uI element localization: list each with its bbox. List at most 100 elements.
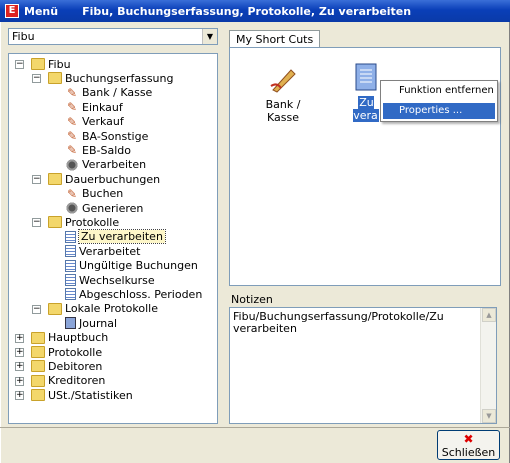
pen-icon	[267, 64, 299, 96]
tree-node-label: Kreditoren	[48, 374, 106, 388]
tree-node[interactable]: Abgeschloss. Perioden	[65, 287, 202, 301]
tree-node[interactable]: Journal	[65, 316, 117, 330]
shortcut-label: Zu vera	[353, 96, 379, 122]
tree-node-label: Bank / Kasse	[82, 86, 153, 100]
tree-node[interactable]: ✎ Buchen	[65, 187, 123, 201]
tree-node-label: Verarbeiten	[82, 158, 147, 172]
close-x-icon: ✖	[463, 432, 474, 446]
menu-item-properties[interactable]: Properties ...	[383, 103, 495, 119]
tree-node[interactable]: ✎ Einkauf	[65, 100, 123, 114]
navigation-tree: − Fibu − Buchungserfassung ✎ Bank / Kasse ✎ Ein…	[8, 53, 218, 424]
notes-text: Fibu/Buchungserfassung/Protokolle/Zu ver…	[233, 310, 444, 335]
folder-icon	[48, 216, 62, 229]
tree-node[interactable]: ✎ Verkauf	[65, 115, 124, 129]
document-icon	[65, 274, 76, 286]
document-icon	[65, 288, 76, 301]
close-button[interactable]: ✖ Schließen	[437, 430, 500, 460]
document-icon	[65, 259, 76, 272]
shortcut-tabs: My Short Cuts	[229, 30, 321, 48]
folder-icon	[31, 360, 45, 373]
tree-node[interactable]: Wechselkurse	[65, 273, 155, 287]
tree-node[interactable]: Dauerbuchungen	[48, 172, 160, 186]
tree-node-label: Wechselkurse	[79, 273, 155, 287]
bottom-divider	[0, 427, 510, 428]
tree-node-label: Journal	[79, 316, 118, 330]
tree-node-label: Buchen	[82, 187, 124, 201]
shortcut-bank-kasse[interactable]: Bank / Kasse	[248, 64, 318, 124]
tree-node[interactable]: Buchungserfassung	[48, 71, 174, 85]
tree-node-label: Verarbeitet	[79, 244, 141, 258]
tree-expander-icon[interactable]: −	[32, 175, 41, 185]
tree-expander-icon[interactable]: +	[15, 348, 24, 357]
chevron-down-icon[interactable]: ▼	[202, 29, 217, 44]
tree-expander-icon[interactable]: +	[15, 391, 24, 401]
app-icon[interactable]: E	[5, 4, 19, 18]
tree-node[interactable]: Protokolle	[48, 215, 119, 229]
close-button-label: Schließen	[441, 446, 496, 459]
tree-expander-icon[interactable]: +	[15, 362, 24, 372]
tree-node-label: Einkauf	[82, 100, 123, 114]
module-select[interactable]: Fibu ▼	[8, 28, 218, 45]
tree-node-label: EB-Saldo	[82, 143, 131, 157]
tree-node[interactable]: Ungültige Buchungen	[65, 259, 198, 273]
title-bar: E Menü Fibu, Buchungserfassung, Protokol…	[0, 0, 510, 22]
document-icon	[65, 245, 76, 258]
tree-node[interactable]: ✎ BA-Sonstige	[65, 129, 148, 143]
tree-node[interactable]: Verarbeitet	[65, 244, 140, 258]
pen-icon: ✎	[66, 129, 78, 143]
tree-node[interactable]: USt./Statistiken	[31, 388, 133, 402]
folder-icon	[31, 346, 45, 358]
scroll-up-icon[interactable]: ▲	[482, 308, 496, 322]
book-icon	[65, 317, 76, 330]
document-icon	[353, 62, 379, 94]
window-title: Fibu, Buchungserfassung, Protokolle, Zu …	[82, 4, 412, 18]
pen-icon: ✎	[66, 186, 78, 201]
tree-expander-icon[interactable]: −	[15, 60, 24, 69]
folder-icon	[48, 72, 62, 85]
tree-node[interactable]: Kreditoren	[31, 374, 105, 388]
tab-my-short-cuts[interactable]: My Short Cuts	[229, 30, 321, 48]
tree-node-label: Protokolle	[48, 345, 103, 359]
notes-label: Notizen	[231, 293, 273, 306]
tree-expander-icon[interactable]: +	[15, 376, 24, 386]
context-menu: Funktion entfernen Properties ...	[380, 80, 498, 122]
notes-scrollbar[interactable]: ▲ ▼	[480, 308, 496, 423]
folder-icon	[31, 389, 45, 402]
menu-label[interactable]: Menü	[24, 5, 58, 18]
scroll-down-icon[interactable]: ▼	[482, 409, 496, 423]
pen-icon: ✎	[66, 100, 78, 115]
folder-icon	[31, 331, 45, 344]
tree-node-label: Debitoren	[48, 359, 103, 373]
folder-icon	[48, 302, 62, 315]
module-select-value: Fibu	[12, 30, 35, 43]
tree-expander-icon[interactable]: +	[15, 333, 24, 343]
tree-node-label: Zu verarbeiten	[78, 229, 166, 245]
menu-item-funktion-entfernen[interactable]: Funktion entfernen	[383, 83, 495, 99]
pen-icon: ✎	[66, 143, 78, 158]
tree-node-label: Abgeschloss. Perioden	[79, 287, 203, 301]
tree-node[interactable]: ✎ Bank / Kasse	[65, 86, 152, 100]
tree-node[interactable]: Debitoren	[31, 359, 102, 373]
tree-node[interactable]: Fibu	[31, 57, 71, 71]
tree-node[interactable]: Zu verarbeiten	[65, 229, 166, 245]
tree-expander-icon[interactable]: −	[32, 218, 41, 228]
tree-node[interactable]: Verarbeiten	[65, 158, 146, 172]
tree-node-label: Lokale Protokolle	[65, 302, 158, 316]
folder-icon	[48, 173, 62, 186]
tree-node-label: Verkauf	[82, 115, 124, 129]
tree-node[interactable]: Protokolle	[31, 345, 102, 359]
tree-expander-icon[interactable]: −	[32, 74, 41, 84]
tree-node-label: Protokolle	[65, 215, 120, 229]
tree-node[interactable]: Hauptbuch	[31, 331, 108, 345]
tree-node[interactable]: Generieren	[65, 201, 143, 215]
tree-node-label: Dauerbuchungen	[65, 172, 161, 186]
gear-icon	[65, 202, 79, 214]
tree-node[interactable]: Lokale Protokolle	[48, 302, 158, 316]
notes-textarea[interactable]: Fibu/Buchungserfassung/Protokolle/Zu ver…	[229, 307, 497, 424]
folder-icon	[31, 58, 45, 70]
shortcut-label: Bank / Kasse	[265, 98, 301, 124]
tree-node[interactable]: ✎ EB-Saldo	[65, 143, 131, 157]
tree-expander-icon[interactable]: −	[32, 304, 41, 314]
gear-icon	[65, 158, 79, 171]
tree-node-label: BA-Sonstige	[82, 129, 149, 143]
